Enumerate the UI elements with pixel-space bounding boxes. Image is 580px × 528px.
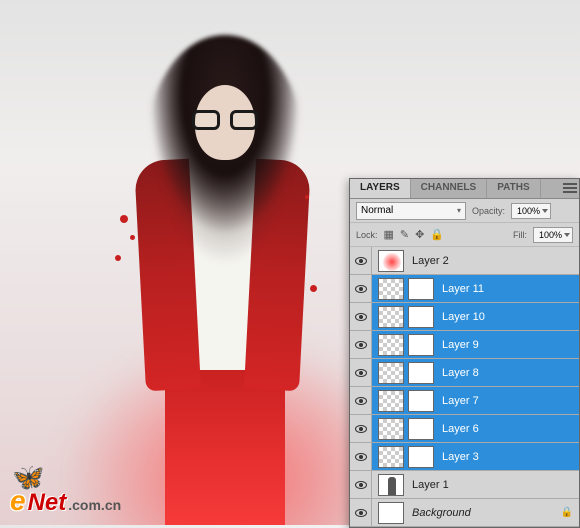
eye-icon: [355, 285, 367, 293]
layer-name: Layer 10: [438, 311, 485, 323]
watermark-e: e: [10, 485, 26, 517]
fill-field[interactable]: 100%: [533, 227, 573, 243]
layer-mask-thumbnail[interactable]: [408, 446, 434, 468]
tab-channels[interactable]: CHANNELS: [411, 179, 488, 198]
layer-name: Layer 11: [438, 283, 484, 295]
layer-mask-thumbnail[interactable]: [408, 278, 434, 300]
eye-icon: [355, 369, 367, 377]
lock-transparency-icon[interactable]: ▦: [384, 228, 394, 241]
lock-position-icon[interactable]: ✥: [415, 228, 424, 241]
layer-name: Layer 7: [438, 395, 479, 407]
layer-thumbnail[interactable]: [378, 362, 404, 384]
lock-options: ▦ ✎ ✥ 🔒: [384, 228, 445, 241]
tab-layers[interactable]: LAYERS: [350, 179, 411, 198]
layer-thumbnail[interactable]: [378, 502, 404, 524]
layer-content[interactable]: Layer 11: [372, 278, 579, 300]
layer-content[interactable]: Layer 9: [372, 334, 579, 356]
layer-visibility-toggle[interactable]: [350, 331, 372, 358]
layer-thumbnail[interactable]: [378, 418, 404, 440]
eye-icon: [355, 341, 367, 349]
watermark-net: Net: [28, 489, 67, 517]
layer-mask-thumbnail[interactable]: [408, 362, 434, 384]
layer-row[interactable]: Layer 9: [350, 331, 579, 359]
watermark-logo: e Net .com.cn: [10, 485, 121, 517]
opacity-label: Opacity:: [472, 206, 505, 216]
layers-panel: LAYERS CHANNELS PATHS Normal ▾ Opacity: …: [349, 178, 580, 528]
chevron-down-icon: ▾: [457, 206, 461, 215]
layer-visibility-toggle[interactable]: [350, 275, 372, 302]
layer-visibility-toggle[interactable]: [350, 359, 372, 386]
layer-thumbnail[interactable]: [378, 390, 404, 412]
layer-content[interactable]: Layer 6: [372, 418, 579, 440]
layer-name: Layer 6: [438, 423, 479, 435]
layer-row[interactable]: Background 🔒: [350, 499, 579, 527]
layer-row[interactable]: Layer 6: [350, 415, 579, 443]
layer-content[interactable]: Layer 3: [372, 446, 579, 468]
layer-visibility-toggle[interactable]: [350, 443, 372, 470]
layer-thumbnail[interactable]: [378, 278, 404, 300]
layer-row[interactable]: Layer 10: [350, 303, 579, 331]
layer-name: Layer 3: [438, 451, 479, 463]
layer-name: Layer 9: [438, 339, 479, 351]
fill-value: 100%: [539, 230, 562, 240]
tab-paths[interactable]: PATHS: [487, 179, 540, 198]
layer-visibility-toggle[interactable]: [350, 471, 372, 498]
fill-label: Fill:: [513, 230, 527, 240]
layer-visibility-toggle[interactable]: [350, 415, 372, 442]
layer-row[interactable]: Layer 2: [350, 247, 579, 275]
lock-pixels-icon[interactable]: ✎: [400, 228, 409, 241]
layer-visibility-toggle[interactable]: [350, 247, 372, 274]
layer-content[interactable]: Layer 8: [372, 362, 579, 384]
layer-row[interactable]: Layer 1: [350, 471, 579, 499]
layer-content[interactable]: Background 🔒: [372, 502, 579, 524]
layer-thumbnail[interactable]: [378, 306, 404, 328]
lock-all-icon[interactable]: 🔒: [430, 228, 444, 241]
layer-thumbnail[interactable]: [378, 334, 404, 356]
eye-icon: [355, 257, 367, 265]
layer-name: Layer 8: [438, 367, 479, 379]
layer-content[interactable]: Layer 10: [372, 306, 579, 328]
panel-menu-icon[interactable]: [563, 181, 577, 195]
layer-mask-thumbnail[interactable]: [408, 334, 434, 356]
eye-icon: [355, 481, 367, 489]
opacity-value: 100%: [517, 206, 540, 216]
eye-icon: [355, 453, 367, 461]
canvas-artwork: [110, 35, 330, 525]
layer-mask-thumbnail[interactable]: [408, 306, 434, 328]
layer-thumbnail[interactable]: [378, 446, 404, 468]
layer-mask-thumbnail[interactable]: [408, 418, 434, 440]
layer-row[interactable]: Layer 7: [350, 387, 579, 415]
layers-list: Layer 2 Layer 11 Layer 10 Layer 9 Layer 8 Lay…: [350, 247, 579, 527]
layer-thumbnail[interactable]: [378, 474, 404, 496]
eye-icon: [355, 509, 367, 517]
blend-mode-value: Normal: [361, 205, 393, 216]
lock-label: Lock:: [356, 230, 378, 240]
watermark-domain: .com.cn: [68, 497, 121, 517]
blend-opacity-row: Normal ▾ Opacity: 100%: [350, 199, 579, 223]
layer-name: Layer 2: [408, 255, 449, 267]
eye-icon: [355, 397, 367, 405]
eye-icon: [355, 425, 367, 433]
layer-visibility-toggle[interactable]: [350, 387, 372, 414]
layer-name: Background: [408, 507, 471, 519]
layer-visibility-toggle[interactable]: [350, 303, 372, 330]
layer-content[interactable]: Layer 1: [372, 474, 579, 496]
layer-thumbnail[interactable]: [378, 250, 404, 272]
layer-row[interactable]: Layer 3: [350, 443, 579, 471]
panel-tabs: LAYERS CHANNELS PATHS: [350, 179, 579, 199]
layer-mask-thumbnail[interactable]: [408, 390, 434, 412]
layer-visibility-toggle[interactable]: [350, 499, 372, 526]
layer-name: Layer 1: [408, 479, 449, 491]
layer-content[interactable]: Layer 7: [372, 390, 579, 412]
opacity-field[interactable]: 100%: [511, 203, 551, 219]
lock-fill-row: Lock: ▦ ✎ ✥ 🔒 Fill: 100%: [350, 223, 579, 247]
eye-icon: [355, 313, 367, 321]
layer-row[interactable]: Layer 11: [350, 275, 579, 303]
blend-mode-select[interactable]: Normal ▾: [356, 202, 466, 220]
lock-icon: 🔒: [561, 507, 573, 518]
layer-content[interactable]: Layer 2: [372, 250, 579, 272]
layer-row[interactable]: Layer 8: [350, 359, 579, 387]
